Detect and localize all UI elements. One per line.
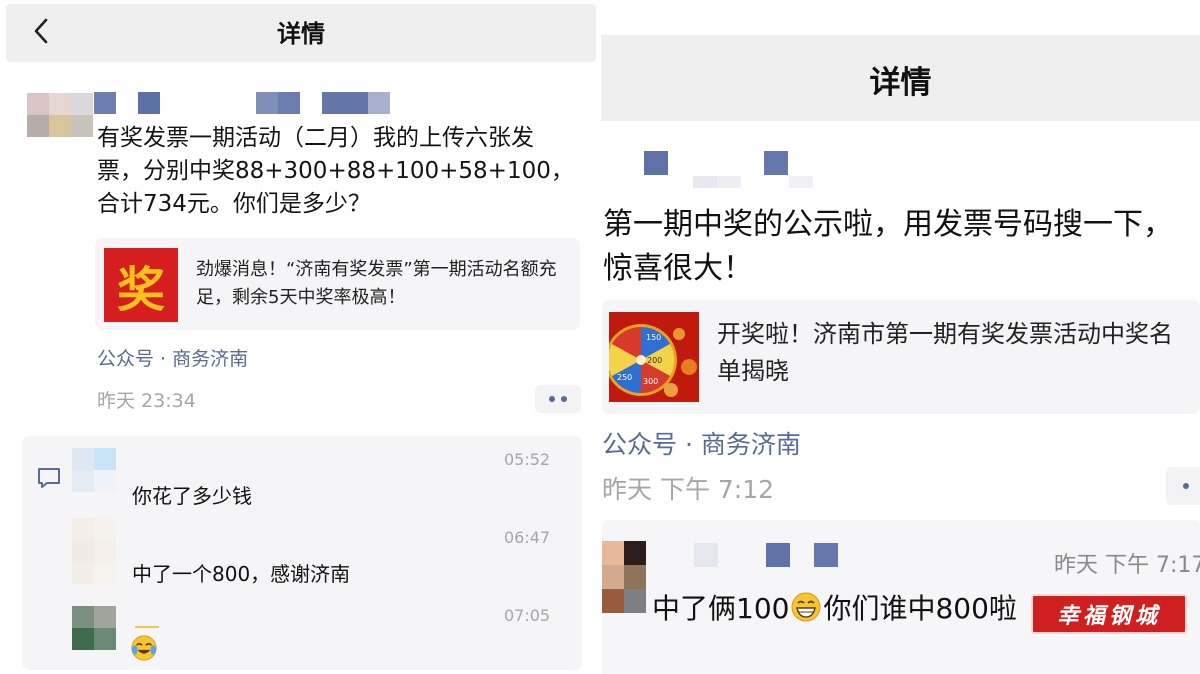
post-time: 昨天 23:34: [97, 390, 196, 412]
shared-article-card[interactable]: 奖 劲爆消息！“济南有奖发票”第一期活动名额充足，剩余5天中奖率极高！: [95, 238, 580, 330]
comment-text: 中了一个800，感谢济南: [132, 562, 351, 586]
watermark-logo: 幸福钢城: [1031, 594, 1187, 634]
svg-text:150: 150: [646, 333, 661, 342]
avatar[interactable]: [72, 448, 116, 492]
comment-time: 昨天 下午 7:17: [1054, 553, 1200, 578]
username-blurred[interactable]: [644, 151, 788, 175]
username-blurred[interactable]: [94, 92, 390, 114]
article-title: 劲爆消息！“济南有奖发票”第一期活动名额充足，剩余5天中奖率极高！: [196, 259, 557, 308]
source-link[interactable]: 公众号 · 商务济南: [97, 344, 248, 371]
username-blurred[interactable]: [694, 543, 838, 567]
comment-text: 中了俩100 你们谁中800啦: [652, 592, 1017, 625]
avatar[interactable]: [72, 518, 116, 584]
svg-text:200: 200: [647, 356, 662, 365]
shared-article-card[interactable]: 150 200 300 250 开奖啦！济南市第一期有奖发票活动中奖名单揭晓: [602, 300, 1200, 414]
crying-laughing-emoji: [131, 635, 157, 661]
prize-icon: 奖: [104, 248, 178, 322]
comment-time: 06:47: [504, 528, 551, 547]
comment-text: 你花了多少钱: [132, 484, 252, 508]
top-nav-bar: 详情: [601, 35, 1200, 121]
page-title: 详情: [277, 20, 325, 48]
left-screenshot: 详情 有奖发票一期活动（二月）我的上传六张发票，分别中奖88+300+88+10…: [0, 0, 600, 674]
post-time: 昨天 下午 7:12: [602, 475, 775, 504]
more-options-button[interactable]: [535, 385, 581, 413]
post-text: 有奖发票一期活动（二月）我的上传六张发票，分别中奖88+300+88+100+5…: [97, 125, 574, 217]
avatar[interactable]: [602, 541, 646, 613]
comment-time: 05:52: [504, 450, 551, 469]
source-link[interactable]: 公众号 · 商务济南: [602, 425, 801, 461]
prize-wheel-icon: 150 200 300 250: [609, 312, 699, 402]
more-options-button[interactable]: [1166, 467, 1200, 505]
comment-time: 07:05: [504, 606, 551, 625]
avatar[interactable]: [27, 93, 93, 137]
comment-bubble-icon: [38, 468, 60, 488]
right-screenshot: 详情 第一期中奖的公示啦，用发票号码搜一下，惊喜很大！ 150 200 300 …: [601, 0, 1200, 674]
page-title: 详情: [869, 65, 932, 101]
svg-text:300: 300: [643, 377, 658, 386]
top-nav-bar: 详情: [6, 4, 596, 62]
avatar[interactable]: [72, 606, 116, 650]
username-blurred: [693, 176, 813, 188]
article-title: 开奖啦！济南市第一期有奖发票活动中奖名单揭晓: [717, 320, 1173, 385]
grinning-emoji: [791, 592, 821, 622]
comments-section: 05:52 你花了多少钱 06:47 中了一个800，感谢济南 07:05: [22, 436, 582, 670]
post-text: 第一期中奖的公示啦，用发票号码搜一下，惊喜很大！: [603, 207, 1173, 286]
svg-text:250: 250: [617, 373, 632, 382]
